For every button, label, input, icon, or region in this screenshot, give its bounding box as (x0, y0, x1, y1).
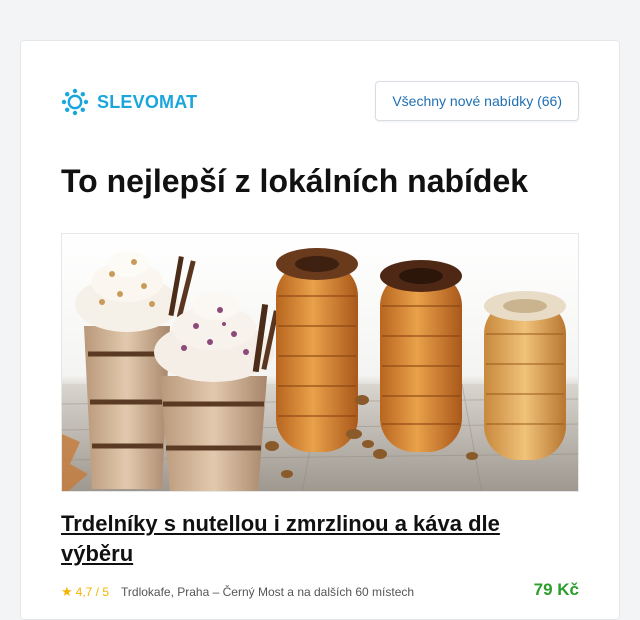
offer-title-link[interactable]: Trdelníky s nutellou i zmrzlinou a káva … (61, 509, 521, 569)
trdelnik-and-coffee-image (62, 248, 578, 491)
page-title: To nejlepší z lokálních nabídek (61, 163, 529, 199)
offer-price: 79 Kč (533, 580, 579, 599)
star-icon: ★ (61, 584, 73, 599)
gear-logo-icon (61, 88, 89, 116)
email-card: SLEVOMAT Všechny nové nabídky (66) To ne… (20, 40, 620, 620)
offer-location: Trdlokafe, Praha – Černý Most a na další… (121, 585, 415, 599)
slevomat-logo[interactable]: SLEVOMAT (61, 88, 197, 116)
offer-image[interactable] (61, 233, 579, 492)
all-offers-button[interactable]: Všechny nové nabídky (66) (375, 81, 579, 121)
logo-text: SLEVOMAT (97, 92, 198, 112)
offer-meta: ★ 4,7 / 5 Trdlokafe, Praha – Černý Most … (61, 580, 579, 602)
header: SLEVOMAT Všechny nové nabídky (66) (61, 81, 579, 121)
offer-rating: 4,7 / 5 (75, 585, 110, 599)
